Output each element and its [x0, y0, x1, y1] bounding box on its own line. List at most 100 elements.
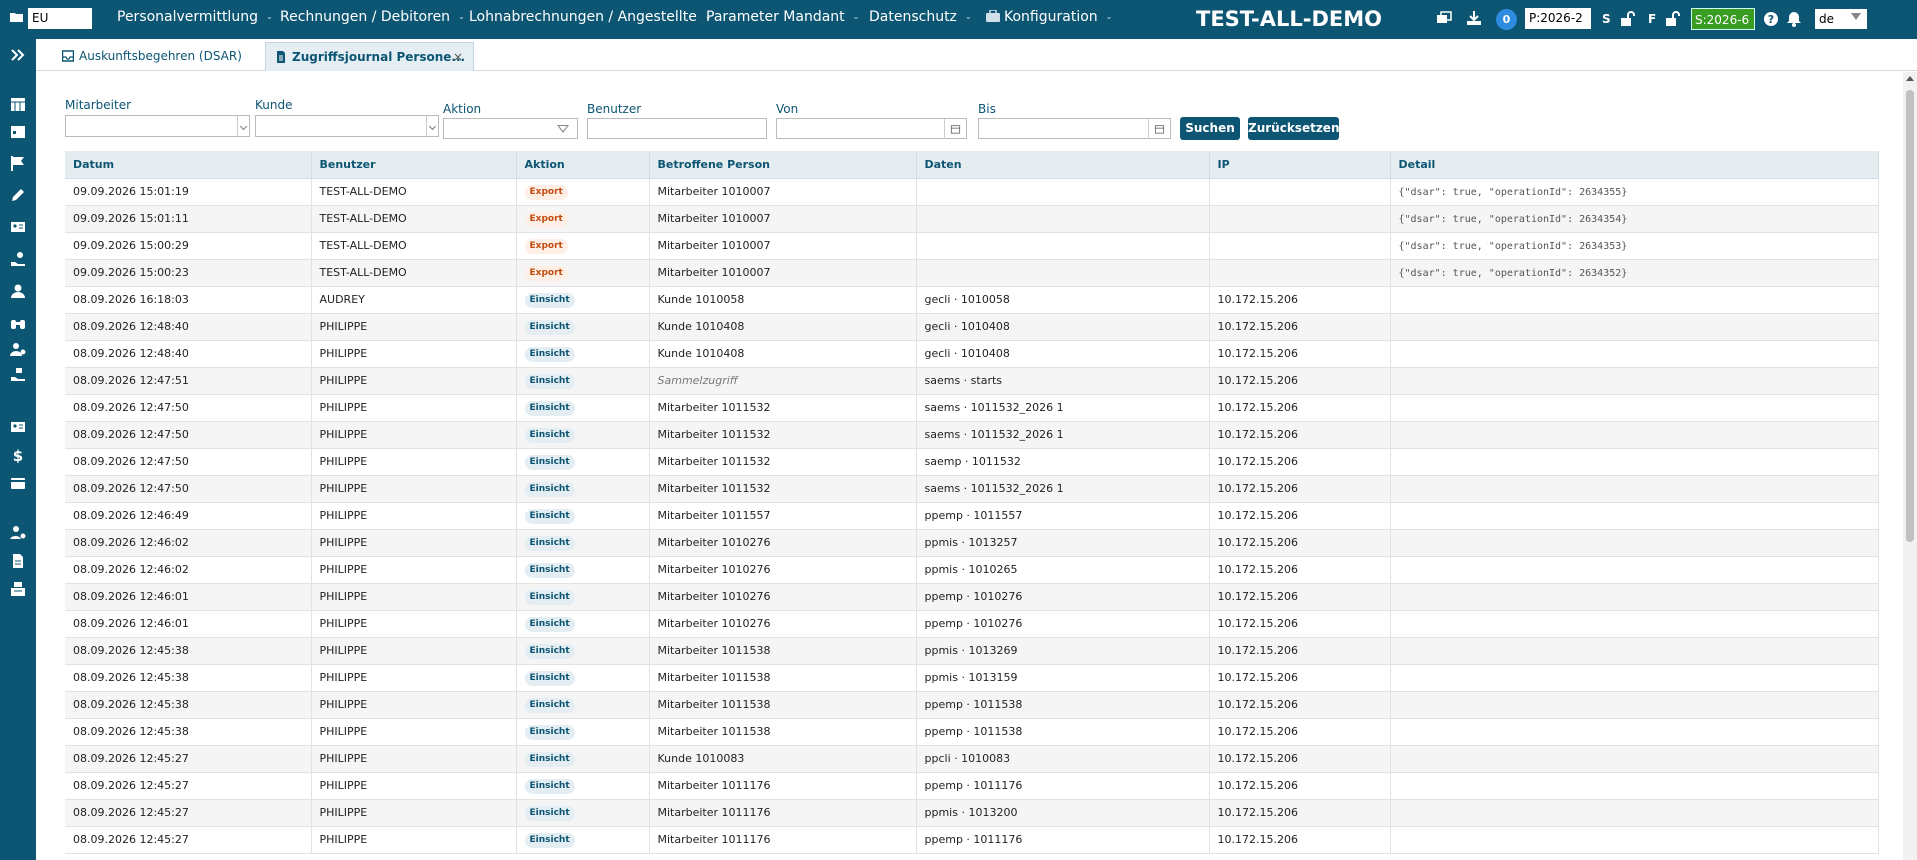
von-date-input[interactable] — [776, 118, 967, 139]
hand-holding-icon[interactable] — [10, 367, 26, 383]
kunde-combobox[interactable] — [255, 115, 439, 137]
table-row[interactable]: 08.09.2026 12:47:50 PHILIPPE Einsicht Mitar… — [65, 448, 1879, 476]
scroll-up-icon[interactable] — [1906, 76, 1914, 81]
svg-text:?: ? — [1768, 13, 1774, 26]
unlock-icon[interactable] — [1664, 11, 1680, 27]
menu-konfiguration[interactable]: Konfiguration ⌄ — [986, 0, 1112, 35]
table-row[interactable]: 08.09.2026 12:45:38 PHILIPPE Einsicht Mitar… — [65, 637, 1879, 665]
calendar-icon[interactable] — [10, 123, 26, 139]
unlock-icon[interactable] — [1619, 11, 1635, 27]
wallet-icon[interactable] — [10, 475, 26, 491]
table-row[interactable]: 09.09.2026 15:01:11 TEST-ALL-DEMO Export Mi… — [65, 205, 1879, 233]
table-row[interactable]: 08.09.2026 12:47:51 PHILIPPE Einsicht Samme… — [65, 367, 1879, 395]
hand-money-icon[interactable] — [10, 251, 26, 267]
table-row[interactable]: 08.09.2026 12:46:49 PHILIPPE Einsicht Mitar… — [65, 502, 1879, 530]
cell-datum-text: 08.09.2026 12:46:02 — [73, 563, 189, 576]
table-row[interactable]: 08.09.2026 16:18:03 AUDREY Einsicht Kunde 1… — [65, 286, 1879, 314]
help-icon[interactable]: ? — [1763, 11, 1779, 27]
cell-daten: ppmis · 1013257 — [916, 529, 1210, 557]
address-card-icon[interactable] — [10, 419, 26, 435]
cell-detail — [1390, 448, 1879, 476]
table-row[interactable]: 08.09.2026 12:46:02 PHILIPPE Einsicht Mitar… — [65, 556, 1879, 584]
bell-icon[interactable] — [1786, 11, 1802, 27]
table-row[interactable]: 08.09.2026 12:47:50 PHILIPPE Einsicht Mitar… — [65, 475, 1879, 503]
table-row[interactable]: 09.09.2026 15:01:19 TEST-ALL-DEMO Export Mi… — [65, 178, 1879, 206]
calendar-grid-icon[interactable] — [10, 96, 26, 112]
table-row[interactable]: 08.09.2026 12:45:38 PHILIPPE Einsicht Mitar… — [65, 691, 1879, 719]
download-icon[interactable] — [1466, 10, 1482, 26]
cell-benutzer-text: PHILIPPE — [319, 617, 368, 630]
cell-datum: 08.09.2026 12:45:38 — [65, 664, 312, 692]
tab-auskunftsbegehren[interactable]: Auskunftsbegehren (DSAR) — [53, 42, 243, 71]
pencil-icon[interactable] — [10, 187, 26, 203]
binoculars-icon[interactable] — [10, 315, 26, 331]
reset-button[interactable]: Zurücksetzen — [1248, 117, 1339, 140]
table-row[interactable]: 08.09.2026 12:45:27 PHILIPPE Einsicht Kunde… — [65, 745, 1879, 773]
cell-daten-text: ppmis · 1013257 — [924, 536, 1018, 549]
calendar-icon[interactable] — [1148, 119, 1170, 139]
col-header-betroffene-person[interactable]: Betroffene Person — [649, 151, 917, 179]
expand-sidebar-icon[interactable] — [10, 47, 26, 63]
cell-ip-text: 10.172.15.206 — [1217, 806, 1298, 819]
cell-betroffene-person-text: Mitarbeiter 1010007 — [657, 185, 771, 198]
users-cog-icon[interactable] — [10, 341, 26, 357]
table-row[interactable]: 08.09.2026 12:46:01 PHILIPPE Einsicht Mitar… — [65, 610, 1879, 638]
table-row[interactable]: 08.09.2026 12:45:27 PHILIPPE Einsicht Mitar… — [65, 799, 1879, 827]
table-row[interactable]: 09.09.2026 15:00:23 TEST-ALL-DEMO Export Mi… — [65, 259, 1879, 287]
close-tab-icon[interactable]: × — [453, 43, 463, 72]
menu-personalvermittlung[interactable]: Personalvermittlung ⌄ — [117, 0, 273, 35]
id-card-icon[interactable] — [10, 219, 26, 235]
cell-ip-text: 10.172.15.206 — [1217, 752, 1298, 765]
cell-benutzer-text: TEST-ALL-DEMO — [319, 185, 407, 198]
table-row[interactable]: 08.09.2026 12:48:40 PHILIPPE Einsicht Kunde… — [65, 313, 1879, 341]
col-header-aktion[interactable]: Aktion — [516, 151, 650, 179]
mitarbeiter-combobox[interactable] — [65, 115, 250, 137]
dropdown-triangle-icon[interactable] — [557, 125, 569, 133]
table-row[interactable]: 08.09.2026 12:45:27 PHILIPPE Einsicht Mitar… — [65, 826, 1879, 854]
dollar-icon[interactable]: $ — [10, 447, 26, 463]
copy-icon[interactable] — [1436, 10, 1452, 26]
col-header-detail[interactable]: Detail — [1390, 151, 1879, 179]
table-row[interactable]: 08.09.2026 12:48:40 PHILIPPE Einsicht Kunde… — [65, 340, 1879, 368]
table-row[interactable]: 09.09.2026 15:00:29 TEST-ALL-DEMO Export Mi… — [65, 232, 1879, 260]
col-header-datum[interactable]: Datum — [65, 151, 312, 179]
vertical-scrollbar[interactable] — [1903, 72, 1917, 860]
col-header-benutzer[interactable]: Benutzer — [311, 151, 517, 179]
aktion-select[interactable] — [443, 118, 578, 139]
table-row[interactable]: 08.09.2026 12:47:50 PHILIPPE Einsicht Mitar… — [65, 421, 1879, 449]
cell-detail — [1390, 772, 1879, 800]
chevron-down-icon[interactable] — [237, 116, 249, 136]
table-row[interactable]: 08.09.2026 12:45:38 PHILIPPE Einsicht Mitar… — [65, 664, 1879, 692]
s-period-field[interactable]: S:2026-6 — [1691, 8, 1755, 30]
scrollbar-thumb[interactable] — [1906, 90, 1914, 542]
calendar-icon[interactable] — [944, 119, 966, 139]
notification-count-badge[interactable]: 0 — [1496, 9, 1517, 30]
invoice-icon[interactable] — [10, 553, 26, 569]
chevron-down-icon[interactable] — [426, 116, 438, 136]
user-icon[interactable] — [10, 283, 26, 299]
table-row[interactable]: 08.09.2026 12:45:38 PHILIPPE Einsicht Mitar… — [65, 718, 1879, 746]
bis-date-input[interactable] — [978, 118, 1171, 139]
menu-parameter-mandant[interactable]: Parameter Mandant ⌄ — [706, 0, 859, 35]
table-row[interactable]: 08.09.2026 12:46:01 PHILIPPE Einsicht Mitar… — [65, 583, 1879, 611]
col-header-daten[interactable]: Daten — [916, 151, 1210, 179]
menu-datenschutz[interactable]: Datenschutz ⌄ — [869, 0, 972, 35]
cash-register-icon[interactable] — [10, 581, 26, 597]
table-row[interactable]: 08.09.2026 12:46:02 PHILIPPE Einsicht Mitar… — [65, 529, 1879, 557]
benutzer-input[interactable] — [587, 118, 767, 139]
folder-icon[interactable] — [10, 12, 23, 22]
mandant-selector[interactable]: EU — [28, 8, 92, 29]
table-row[interactable]: 08.09.2026 12:47:50 PHILIPPE Einsicht Mitar… — [65, 394, 1879, 422]
cell-datum-text: 08.09.2026 12:46:01 — [73, 617, 189, 630]
cell-benutzer: PHILIPPE — [311, 799, 517, 827]
flag-icon[interactable] — [10, 155, 26, 171]
table-row[interactable]: 08.09.2026 12:45:27 PHILIPPE Einsicht Mitar… — [65, 772, 1879, 800]
search-button[interactable]: Suchen — [1180, 117, 1240, 140]
period-field[interactable]: P:2026-2 — [1525, 8, 1591, 29]
tab-zugriffsjournal[interactable]: Zugriffsjournal Persone... × — [265, 42, 474, 71]
user-settings-icon[interactable] — [10, 525, 26, 541]
menu-rechnungen-debitoren[interactable]: Rechnungen / Debitoren ⌄ — [280, 0, 465, 35]
language-select[interactable]: de — [1815, 9, 1867, 29]
menu-lohnabrechnungen[interactable]: Lohnabrechnungen / Angestellte ⌄ — [469, 0, 712, 35]
col-header-ip[interactable]: IP — [1209, 151, 1391, 179]
